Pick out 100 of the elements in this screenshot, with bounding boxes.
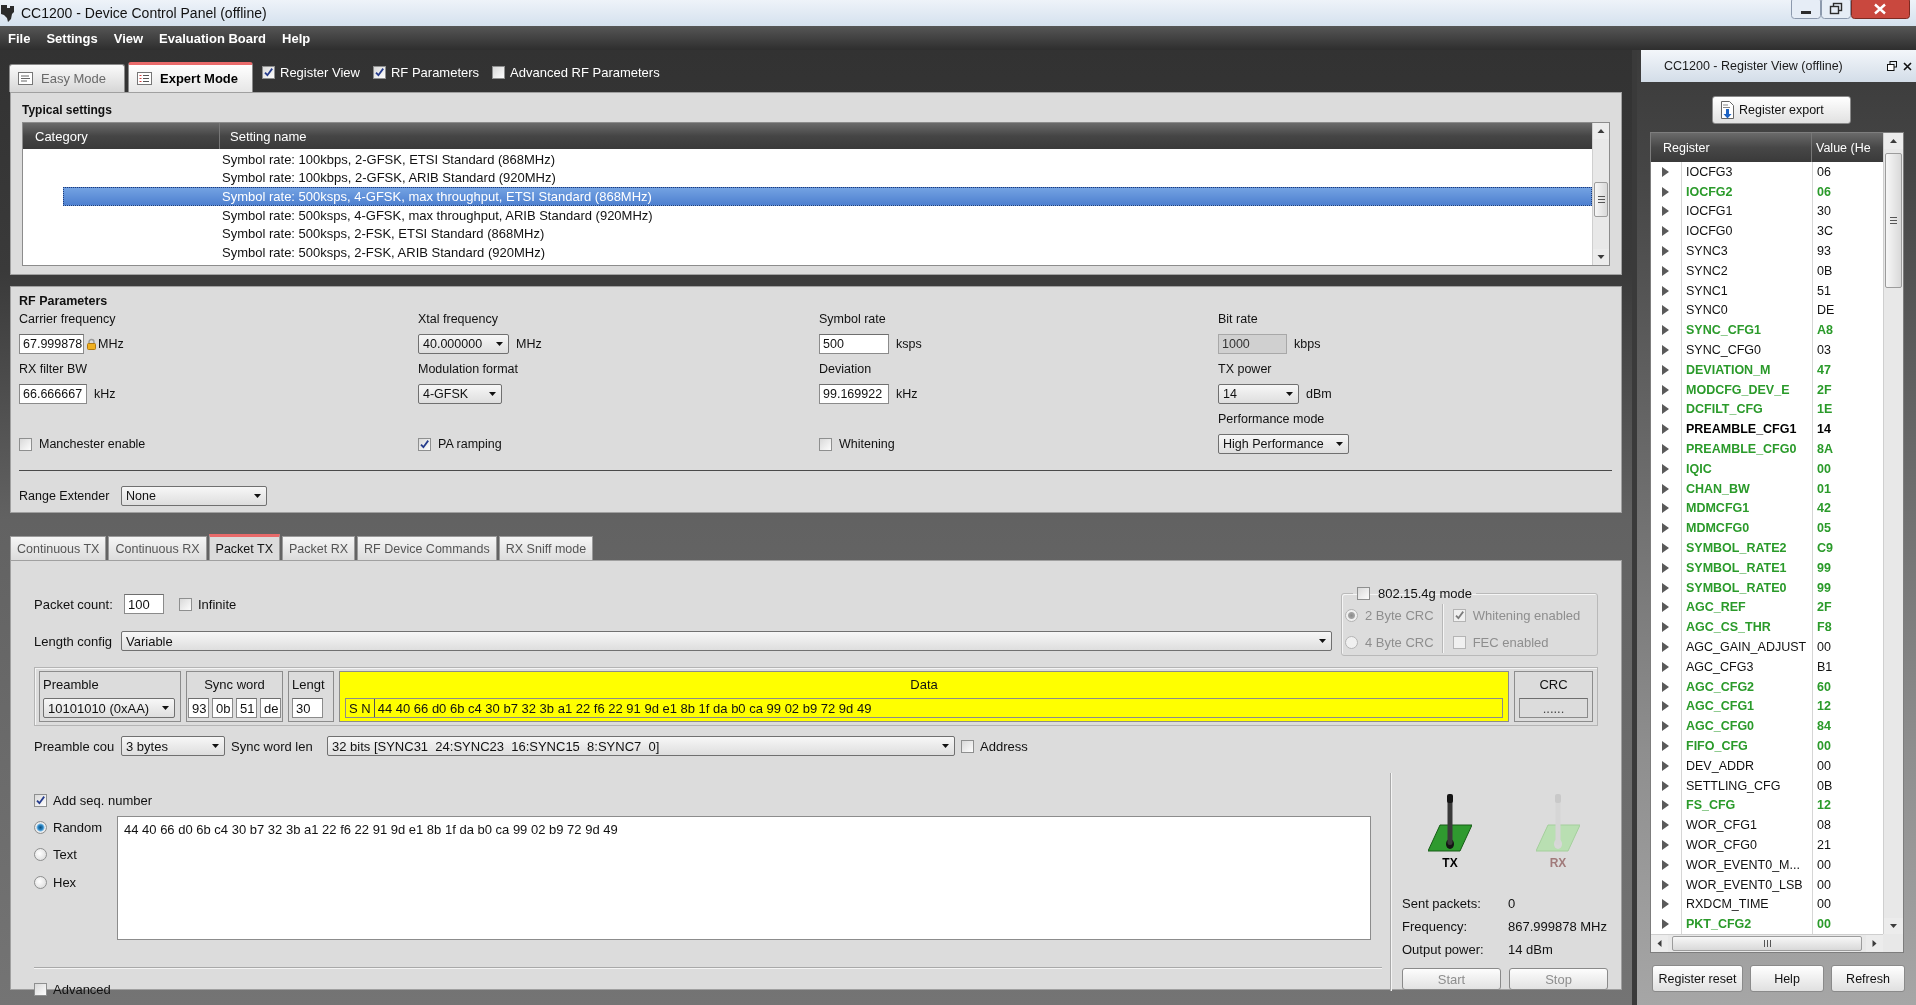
- checkbox[interactable]: [492, 66, 506, 79]
- expand-arrow-icon[interactable]: [1662, 681, 1669, 692]
- checkbox[interactable]: [1452, 635, 1466, 649]
- tab[interactable]: Continuous TX: [10, 536, 107, 560]
- expand-arrow-icon[interactable]: [1662, 463, 1669, 474]
- dropdown[interactable]: 10101010 (0xAA): [43, 698, 175, 718]
- checkbox[interactable]: [1452, 608, 1466, 622]
- menu-item[interactable]: Help: [274, 30, 319, 46]
- table-row[interactable]: Symbol rate: 100kbps, 2-GFSK, ARIB Standard (920MHz): [63, 168, 1592, 188]
- expand-arrow-icon[interactable]: [1662, 305, 1669, 316]
- expand-arrow-icon[interactable]: [1662, 760, 1669, 771]
- column-header[interactable]: Value (He: [1812, 133, 1883, 162]
- expand-arrow-icon[interactable]: [1662, 404, 1669, 415]
- expand-arrow-icon[interactable]: [1662, 800, 1669, 811]
- column-header[interactable]: Category: [23, 123, 220, 149]
- input-field[interactable]: 30: [292, 698, 323, 718]
- checkbox[interactable]: [372, 66, 386, 79]
- tab[interactable]: RX Sniff mode: [498, 536, 594, 560]
- tab[interactable]: RF Device Commands: [357, 536, 497, 560]
- expand-arrow-icon[interactable]: [1662, 166, 1669, 177]
- radio-button[interactable]: [34, 848, 47, 861]
- restore-icon[interactable]: [1887, 61, 1897, 71]
- checkbox[interactable]: [961, 739, 974, 753]
- input-field[interactable]: 66.666667: [19, 384, 87, 404]
- expand-arrow-icon[interactable]: [1662, 384, 1669, 395]
- expand-arrow-icon[interactable]: [1662, 325, 1669, 336]
- scrollbar-thumb[interactable]: [1594, 182, 1608, 217]
- input-field[interactable]: ......: [1519, 698, 1588, 718]
- radio-button[interactable]: [1345, 635, 1358, 649]
- column-header[interactable]: Register: [1651, 133, 1812, 162]
- input-field[interactable]: 1000: [1218, 334, 1287, 354]
- text-area[interactable]: 44 40 66 d0 6b c4 30 b7 32 3b a1 22 f6 22 91 9d e1 8b 1f da b0 ca 99 02 b9 72 9d 49: [117, 816, 1371, 940]
- input-field[interactable]: 500: [819, 334, 889, 354]
- input-field[interactable]: 51: [236, 698, 257, 718]
- checkbox[interactable]: [34, 793, 47, 807]
- expand-arrow-icon[interactable]: [1662, 721, 1669, 732]
- radio-button[interactable]: [1345, 608, 1358, 622]
- menu-item[interactable]: Settings: [38, 30, 106, 46]
- minimize-icon[interactable]: [1791, 0, 1821, 19]
- expand-arrow-icon[interactable]: [1662, 820, 1669, 831]
- expand-arrow-icon[interactable]: [1662, 661, 1669, 672]
- expand-arrow-icon[interactable]: [1662, 285, 1669, 296]
- tab[interactable]: Continuous RX: [108, 536, 207, 560]
- input-field[interactable]: 93: [188, 698, 209, 718]
- input-field[interactable]: 100: [124, 594, 164, 614]
- close-icon[interactable]: [1903, 61, 1912, 71]
- checkbox[interactable]: [179, 597, 192, 611]
- expand-arrow-icon[interactable]: [1662, 899, 1669, 910]
- expand-arrow-icon[interactable]: [1662, 543, 1669, 554]
- scrollbar-thumb[interactable]: [1672, 936, 1862, 951]
- expand-arrow-icon[interactable]: [1662, 602, 1669, 613]
- expand-arrow-icon[interactable]: [1662, 622, 1669, 633]
- expand-arrow-icon[interactable]: [1662, 879, 1669, 890]
- dropdown[interactable]: High Performance: [1218, 434, 1349, 454]
- expand-arrow-icon[interactable]: [1662, 226, 1669, 237]
- radio-button[interactable]: [34, 820, 47, 834]
- column-header[interactable]: Setting name: [220, 123, 1592, 149]
- tab[interactable]: Packet TX: [208, 534, 280, 560]
- expand-arrow-icon[interactable]: [1662, 859, 1669, 870]
- checkbox[interactable]: [19, 437, 32, 451]
- dropdown[interactable]: 32 bits [SYNC31 24:SYNC23 16:SYNC15 8:SYNC7 0]: [327, 736, 955, 756]
- checkbox[interactable]: [418, 437, 431, 451]
- export-button[interactable]: Register export: [1712, 96, 1851, 124]
- expand-arrow-icon[interactable]: [1662, 246, 1669, 257]
- menu-item[interactable]: View: [105, 30, 152, 46]
- table-row[interactable]: Symbol rate: 500ksps, 4-GFSK, max throughput, ARIB Standard (920MHz): [63, 205, 1592, 225]
- vertical-scrollbar[interactable]: [1883, 133, 1903, 934]
- table-row[interactable]: Symbol rate: 100kbps, 2-GFSK, ETSI Standard (868MHz): [63, 150, 1592, 169]
- expand-arrow-icon[interactable]: [1662, 642, 1669, 652]
- dropdown[interactable]: 14: [1218, 384, 1299, 404]
- expand-arrow-icon[interactable]: [1662, 582, 1669, 593]
- dropdown[interactable]: 3 bytes: [121, 736, 225, 756]
- dropdown[interactable]: None: [121, 486, 267, 506]
- input-field[interactable]: 99.169922: [819, 384, 889, 404]
- dropdown[interactable]: Variable: [121, 631, 1332, 651]
- expand-arrow-icon[interactable]: [1662, 919, 1669, 930]
- expand-arrow-icon[interactable]: [1662, 265, 1669, 276]
- help-button[interactable]: Help: [1750, 965, 1824, 992]
- input-field[interactable]: S N 44 40 66 d0 6b c4 30 b7 32 3b a1 22 f6 22 91 9d e1 8b 1f da b0 ca 99 02 b9 72 9d 49: [345, 698, 1503, 718]
- expand-arrow-icon[interactable]: [1662, 840, 1669, 850]
- expand-arrow-icon[interactable]: [1662, 345, 1669, 356]
- expand-arrow-icon[interactable]: [1662, 562, 1669, 573]
- expand-arrow-icon[interactable]: [1662, 503, 1669, 514]
- menu-item[interactable]: Evaluation Board: [151, 30, 274, 46]
- dropdown[interactable]: 4-GFSK: [418, 384, 502, 404]
- expand-arrow-icon[interactable]: [1662, 424, 1669, 435]
- radio-button[interactable]: [34, 875, 47, 889]
- vertical-scrollbar[interactable]: [1592, 123, 1609, 265]
- input-field[interactable]: 67.999878: [19, 334, 84, 354]
- expand-arrow-icon[interactable]: [1662, 364, 1669, 375]
- checkbox[interactable]: [1357, 586, 1370, 600]
- expand-arrow-icon[interactable]: [1662, 523, 1669, 534]
- checkbox[interactable]: [34, 982, 47, 996]
- tab[interactable]: Expert Mode: [128, 62, 253, 92]
- close-icon[interactable]: [1851, 0, 1910, 19]
- refresh-button[interactable]: Refresh: [1831, 965, 1905, 992]
- expand-arrow-icon[interactable]: [1662, 483, 1669, 494]
- expand-arrow-icon[interactable]: [1662, 444, 1669, 455]
- dropdown[interactable]: 40.000000: [418, 334, 509, 354]
- expand-arrow-icon[interactable]: [1662, 701, 1669, 712]
